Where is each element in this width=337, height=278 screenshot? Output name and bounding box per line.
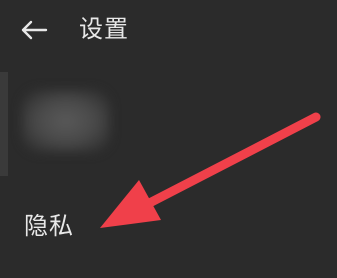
settings-item-privacy[interactable]: 隐私 [0,200,337,256]
settings-screen: 设置 隐私 [0,0,337,278]
privacy-label: 隐私 [24,212,74,240]
back-button[interactable] [14,12,54,48]
blurred-profile-info [22,90,110,152]
top-bar: 设置 [0,0,337,62]
page-title: 设置 [79,15,129,43]
profile-edge-strip [0,72,8,176]
arrow-left-icon [21,20,48,40]
profile-card[interactable] [0,72,337,176]
